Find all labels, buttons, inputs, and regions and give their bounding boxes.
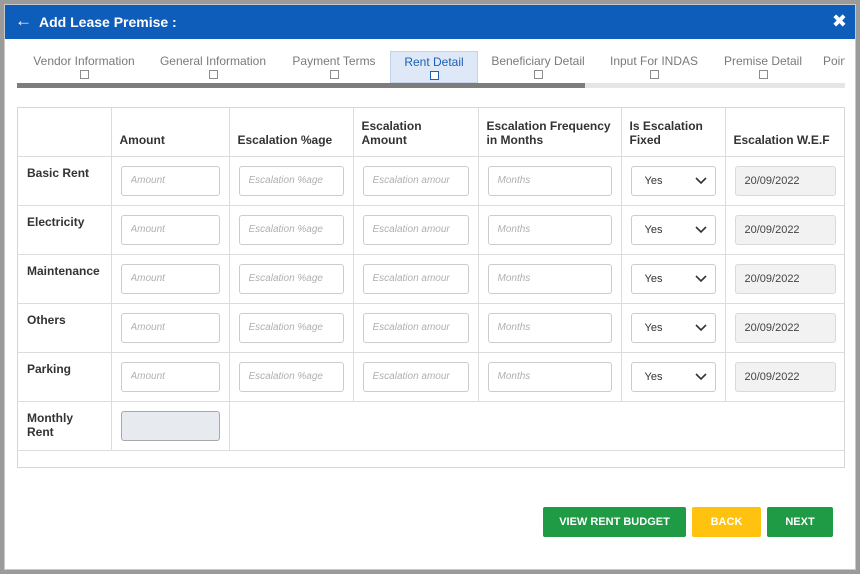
monthly-rent-row: Monthly Rent — [18, 400, 844, 451]
tab-label: Premise Detail — [723, 54, 803, 68]
is-escalation-fixed-select[interactable]: Yes — [630, 263, 716, 294]
column-header-escalation-amount: Escalation Amount — [352, 108, 479, 157]
escalation-frequency-input[interactable] — [487, 263, 612, 294]
next-button[interactable]: NEXT — [767, 507, 833, 537]
select-value: Yes — [644, 370, 663, 383]
escalation-frequency-input[interactable] — [487, 165, 612, 196]
table-row: Electricity Yes — [18, 204, 844, 255]
back-button[interactable]: BACK — [692, 507, 761, 537]
tab-checkbox-icon — [429, 71, 439, 80]
tab-checkbox-icon — [533, 70, 543, 79]
column-header-escalation-age: Escalation %age — [228, 108, 354, 157]
tab-premise-detail[interactable]: Premise Detail — [721, 51, 805, 83]
tab-vendor-information[interactable]: Vendor Information — [22, 51, 146, 83]
tab-label: Input For INDAS — [609, 54, 699, 68]
table-header-row: Amount Escalation %age Escalation Amount… — [18, 108, 844, 157]
is-escalation-fixed-select[interactable]: Yes — [630, 312, 716, 343]
tab-label: Beneficiary Detail — [491, 54, 585, 68]
tab-rent-detail[interactable]: Rent Detail — [390, 51, 478, 83]
tab-checkbox-icon — [208, 70, 218, 79]
amount-input[interactable] — [120, 312, 220, 343]
escalation-amount-input[interactable] — [362, 312, 469, 343]
tab-label: Vendor Information — [33, 54, 135, 68]
select-value: Yes — [644, 321, 663, 334]
escalation-amount-input[interactable] — [362, 361, 469, 392]
escalation-age-input[interactable] — [238, 312, 344, 343]
column-header-escalation-frequency: Escalation Frequency in Months — [477, 108, 622, 157]
table-row: Basic Rent Yes — [18, 155, 844, 206]
escalation-wef-field[interactable] — [734, 263, 836, 294]
table-row: Maintenance Yes — [18, 253, 844, 304]
row-label: Electricity — [18, 204, 112, 255]
row-label: Maintenance — [18, 253, 112, 304]
tab-checkbox-icon — [329, 70, 339, 79]
table-row: Others Yes — [18, 302, 844, 353]
tab-label: Payment Terms — [292, 54, 376, 68]
table-row: Parking Yes — [18, 351, 844, 402]
back-arrow-icon[interactable]: ← — [15, 11, 32, 31]
row-label: Others — [18, 302, 112, 353]
tab-checkbox-icon — [79, 70, 89, 79]
escalation-wef-field[interactable] — [734, 361, 836, 392]
column-header-empty — [18, 108, 112, 157]
tab-input-for-indas[interactable]: Input For INDAS — [606, 51, 702, 83]
escalation-frequency-input[interactable] — [487, 361, 612, 392]
tab-general-information[interactable]: General Information — [157, 51, 269, 83]
escalation-wef-field[interactable] — [734, 165, 836, 196]
column-header-escalation-wef: Escalation W.E.F — [724, 108, 844, 157]
amount-input[interactable] — [120, 165, 220, 196]
rent-detail-table: Amount Escalation %age Escalation Amount… — [18, 108, 844, 467]
tab-label: Poin — [823, 54, 845, 68]
column-header-amount: Amount — [110, 108, 230, 157]
chevron-down-icon — [694, 225, 707, 233]
escalation-age-input[interactable] — [238, 165, 344, 196]
tab-payment-terms[interactable]: Payment Terms — [287, 51, 381, 83]
tab-label: General Information — [159, 54, 267, 68]
tab-label: Rent Detail — [404, 55, 464, 69]
amount-input[interactable] — [120, 214, 220, 245]
chevron-down-icon — [694, 372, 707, 380]
amount-input[interactable] — [120, 361, 220, 392]
tab-checkbox-icon — [649, 70, 659, 79]
escalation-age-input[interactable] — [238, 263, 344, 294]
column-header-is-escalation-fixed: Is Escalation Fixed — [620, 108, 726, 157]
row-label: Parking — [18, 351, 112, 402]
close-icon[interactable]: ✖ — [832, 11, 847, 31]
wizard-tabs: Vendor Information General Information P… — [17, 51, 845, 87]
modal-header: ← Add Lease Premise : ✖ — [5, 5, 855, 39]
escalation-wef-field[interactable] — [734, 214, 836, 245]
add-lease-premise-modal: ← Add Lease Premise : ✖ Vendor Informati… — [4, 4, 856, 570]
escalation-amount-input[interactable] — [362, 165, 469, 196]
table-footer-row — [18, 449, 844, 467]
tab-poin[interactable]: Poin — [823, 51, 845, 83]
chevron-down-icon — [694, 274, 707, 282]
tab-checkbox-icon — [758, 70, 768, 79]
tab-beneficiary-detail[interactable]: Beneficiary Detail — [487, 51, 589, 83]
wizard-progress-bar — [17, 83, 845, 88]
chevron-down-icon — [694, 176, 707, 184]
select-value: Yes — [644, 272, 663, 285]
modal-title: Add Lease Premise : — [39, 14, 177, 30]
escalation-age-input[interactable] — [238, 361, 344, 392]
escalation-amount-input[interactable] — [362, 263, 469, 294]
monthly-rent-total-field — [120, 410, 220, 441]
chevron-down-icon — [694, 323, 707, 331]
view-rent-budget-button[interactable]: VIEW RENT BUDGET — [543, 507, 686, 537]
escalation-frequency-input[interactable] — [487, 312, 612, 343]
select-value: Yes — [644, 223, 663, 236]
wizard-progress-fill — [17, 83, 585, 88]
escalation-wef-field[interactable] — [734, 312, 836, 343]
monthly-rent-label: Monthly Rent — [18, 400, 112, 451]
is-escalation-fixed-select[interactable]: Yes — [630, 214, 716, 245]
row-label: Basic Rent — [18, 155, 112, 206]
is-escalation-fixed-select[interactable]: Yes — [630, 165, 716, 196]
escalation-age-input[interactable] — [238, 214, 344, 245]
amount-input[interactable] — [120, 263, 220, 294]
select-value: Yes — [644, 174, 663, 187]
escalation-amount-input[interactable] — [362, 214, 469, 245]
escalation-frequency-input[interactable] — [487, 214, 612, 245]
is-escalation-fixed-select[interactable]: Yes — [630, 361, 716, 392]
rent-detail-grid: Amount Escalation %age Escalation Amount… — [17, 107, 845, 468]
